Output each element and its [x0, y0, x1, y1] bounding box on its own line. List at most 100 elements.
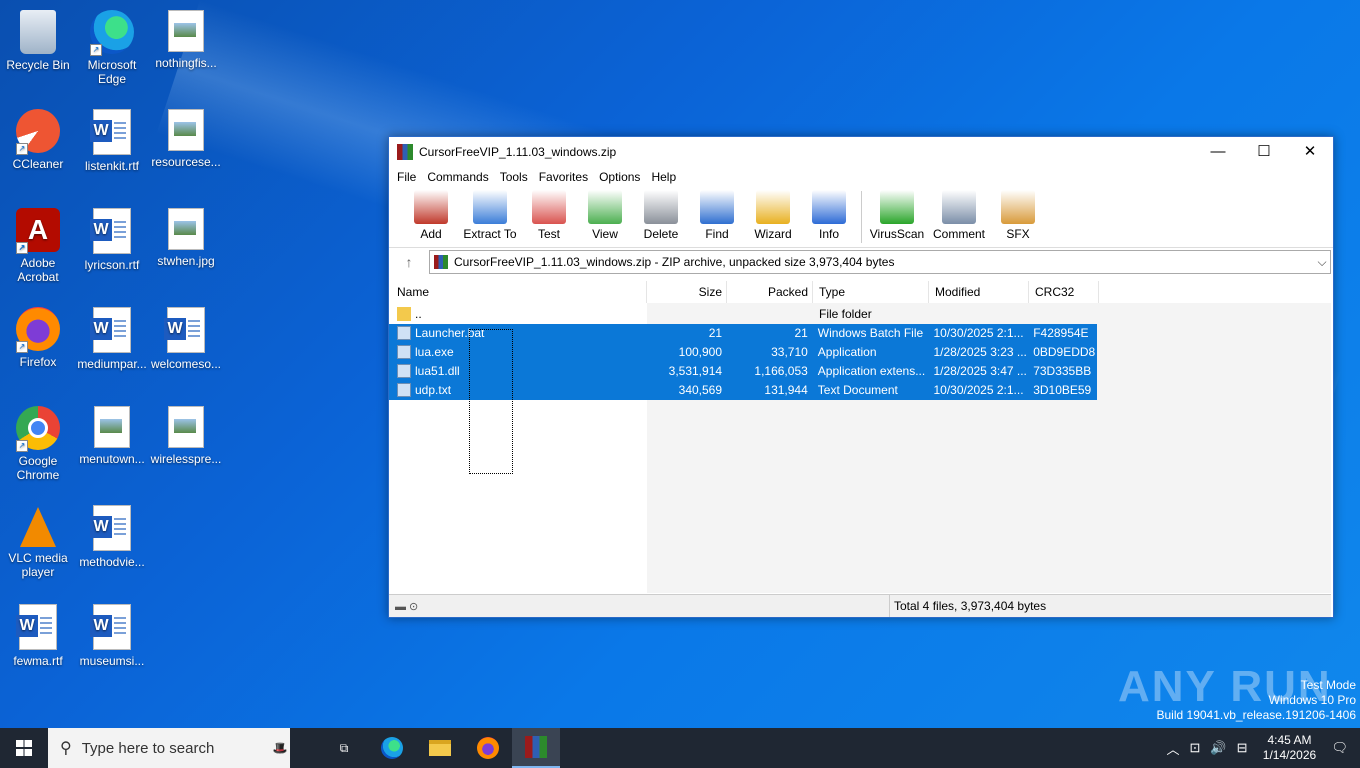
- file-name: ..: [415, 307, 422, 321]
- desktop-icon-vlc[interactable]: VLC media player: [0, 499, 76, 579]
- info-button[interactable]: Info: [801, 190, 857, 247]
- word-document-icon: [90, 208, 131, 254]
- desktop-icon-ccleaner[interactable]: ↗ CCleaner: [0, 103, 76, 171]
- column-modified[interactable]: Modified: [929, 281, 1029, 303]
- clock-date: 1/14/2026: [1262, 748, 1317, 762]
- chevron-up-icon[interactable]: ︿: [1166, 739, 1179, 758]
- chevron-down-icon[interactable]: ⌵: [1314, 255, 1330, 270]
- desktop-icon-edge[interactable]: ↗ Microsoft Edge: [74, 4, 150, 86]
- minimize-button[interactable]: —: [1195, 137, 1241, 167]
- add-button[interactable]: Add: [403, 190, 459, 247]
- window-title: CursorFreeVIP_1.11.03_windows.zip: [419, 145, 617, 159]
- network-icon[interactable]: ⊟: [1237, 740, 1248, 756]
- maximize-button[interactable]: ☐: [1241, 137, 1287, 167]
- wizard-button[interactable]: Wizard: [745, 190, 801, 247]
- status-bar: ▬ ⊙ Total 4 files, 3,973,404 bytes: [389, 594, 1331, 617]
- column-header: Name Size Packed Type Modified CRC32: [389, 281, 1331, 304]
- test-button[interactable]: Test: [521, 190, 577, 247]
- clock[interactable]: 4:45 AM 1/14/2026: [1252, 733, 1326, 763]
- column-packed[interactable]: Packed: [727, 281, 813, 303]
- type-cell: Application extens...: [817, 364, 926, 378]
- desktop-icon-fewma[interactable]: fewma.rtf: [0, 598, 76, 668]
- sfx-button[interactable]: SFX: [990, 190, 1046, 247]
- comment-button[interactable]: Comment: [928, 190, 990, 247]
- desktop-icon-label: Firefox: [19, 355, 57, 369]
- column-name[interactable]: Name: [389, 281, 647, 303]
- menu-tools[interactable]: Tools: [500, 170, 528, 184]
- virusscan-button[interactable]: VirusScan: [866, 190, 928, 247]
- column-size[interactable]: Size: [647, 281, 727, 303]
- column-crc32[interactable]: CRC32: [1029, 281, 1099, 303]
- drive-key-icon[interactable]: ▬ ⊙: [389, 600, 889, 613]
- desktop-icon-lyricson[interactable]: lyricson.rtf: [74, 202, 150, 272]
- taskbar-winrar-icon[interactable]: [512, 728, 560, 768]
- desktop-icon-acrobat[interactable]: A ↗ Adobe Acrobat: [0, 202, 76, 284]
- size-cell: 100,900: [678, 345, 723, 359]
- desktop-icon-menutown[interactable]: menutown...: [74, 400, 150, 466]
- close-button[interactable]: ✕: [1287, 137, 1333, 167]
- menu-file[interactable]: File: [397, 170, 416, 184]
- up-arrow-icon[interactable]: ↑: [389, 254, 429, 270]
- task-view-icon[interactable]: ⧉: [320, 728, 368, 768]
- desktop-icon-label: resourcese...: [151, 155, 221, 169]
- notification-icon[interactable]: 🗨: [1331, 740, 1348, 756]
- toolbar-label: VirusScan: [869, 227, 925, 241]
- column-type[interactable]: Type: [813, 281, 929, 303]
- find-button[interactable]: Find: [689, 190, 745, 247]
- volume-icon[interactable]: 🔊: [1210, 740, 1226, 756]
- desktop-icon-label: stwhen.jpg: [157, 254, 215, 268]
- table-row-parent[interactable]: .. File folder: [389, 305, 1097, 324]
- ccleaner-icon: ↗: [16, 109, 60, 155]
- extract-to-button[interactable]: Extract To: [459, 190, 521, 247]
- hats-decoration-icon: 🎩: [272, 741, 288, 755]
- title-bar[interactable]: CursorFreeVIP_1.11.03_windows.zip — ☐ ✕: [389, 137, 1333, 167]
- file-list: Name Size Packed Type Modified CRC32 .. …: [389, 281, 1331, 593]
- menu-options[interactable]: Options: [599, 170, 640, 184]
- desktop-icon-label: listenkit.rtf: [84, 159, 139, 173]
- desktop-icon-wirelesspre[interactable]: wirelesspre...: [148, 400, 224, 466]
- recycle-bin-icon: [20, 10, 56, 54]
- desktop-icon-mediumpar[interactable]: mediumpar...: [74, 301, 150, 371]
- desktop-icon-resourcese[interactable]: resourcese...: [148, 103, 224, 169]
- archive-icon: [434, 255, 448, 269]
- toolbar: Add Extract To Test View Delete Find Wiz…: [389, 187, 1333, 248]
- winrar-icon: [397, 144, 413, 160]
- taskbar-firefox-icon[interactable]: [464, 728, 512, 768]
- toolbar-separator: [861, 191, 862, 243]
- menu-commands[interactable]: Commands: [427, 170, 488, 184]
- desktop-icon-stwhen[interactable]: stwhen.jpg: [148, 202, 224, 268]
- desktop-icon-museumsi[interactable]: museumsi...: [74, 598, 150, 668]
- archive-path-field[interactable]: CursorFreeVIP_1.11.03_windows.zip - ZIP …: [429, 250, 1331, 274]
- meet-now-icon[interactable]: ⊡: [1189, 740, 1200, 756]
- desktop-icon-chrome[interactable]: ↗ Google Chrome: [0, 400, 76, 482]
- view-button[interactable]: View: [577, 190, 633, 247]
- menu-help[interactable]: Help: [651, 170, 676, 184]
- desktop-icon-label: welcomeso...: [150, 357, 222, 371]
- desktop-icon-methodvie[interactable]: methodvie...: [74, 499, 150, 569]
- add-archive-icon: [414, 190, 448, 224]
- selection-marquee: [469, 329, 513, 474]
- desktop-icon-listenkit[interactable]: listenkit.rtf: [74, 103, 150, 173]
- word-document-icon: [90, 307, 131, 353]
- desktop-icon-label: mediumpar...: [77, 357, 147, 371]
- desktop-icon-firefox[interactable]: ↗ Firefox: [0, 301, 76, 369]
- delete-button[interactable]: Delete: [633, 190, 689, 247]
- desktop-icon-recycle-bin[interactable]: Recycle Bin: [0, 4, 76, 72]
- watermark-line: Build 19041.vb_release.191206-1406: [1156, 708, 1357, 722]
- file-explorer-icon[interactable]: [416, 728, 464, 768]
- type-cell: Text Document: [817, 383, 898, 397]
- taskbar-edge-icon[interactable]: [368, 728, 416, 768]
- word-document-icon: [90, 505, 131, 551]
- start-button[interactable]: [0, 728, 48, 768]
- test-mode-watermark: Test Mode Windows 10 Pro Build 19041.vb_…: [1157, 678, 1357, 723]
- test-checklist-icon: [532, 190, 566, 224]
- desktop-icon-label: menutown...: [79, 452, 145, 466]
- name-cell: ..: [389, 305, 647, 324]
- chrome-icon: ↗: [16, 406, 60, 452]
- desktop-icon-nothingfis[interactable]: nothingfis...: [148, 4, 224, 70]
- desktop-icon-label: fewma.rtf: [13, 654, 63, 668]
- packed-cell: [727, 305, 813, 324]
- menu-favorites[interactable]: Favorites: [539, 170, 588, 184]
- desktop-icon-welcomeso[interactable]: welcomeso...: [148, 301, 224, 371]
- taskbar: ⚲ Type here to search 🎩 ⧉ ︿ ⊡ 🔊 ⊟ 4:45 A…: [0, 728, 1360, 768]
